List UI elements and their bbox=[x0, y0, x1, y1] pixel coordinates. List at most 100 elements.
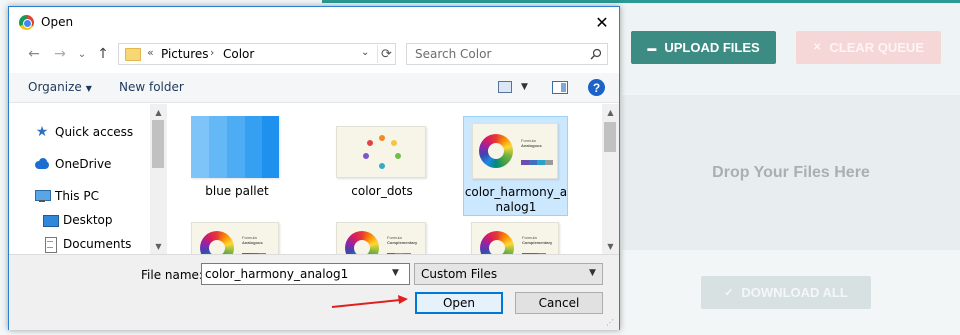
close-icon: ✕ bbox=[595, 12, 609, 32]
chevron-down-icon[interactable]: ▼ bbox=[392, 268, 399, 278]
check-icon: ✓ bbox=[724, 287, 734, 299]
address-dropdown-chevron-icon[interactable]: ⌄ bbox=[361, 47, 369, 58]
thumb-subtitle: Analogous bbox=[521, 143, 542, 148]
nav-item-quick-access[interactable]: ★ Quick access bbox=[34, 125, 133, 139]
file-name: color_harmony_a nalog1 bbox=[464, 185, 568, 215]
file-name-combobox[interactable]: ▼ bbox=[201, 263, 410, 285]
scroll-down-icon[interactable]: ▼ bbox=[602, 238, 619, 254]
file-type-select[interactable]: Custom Files ▼ bbox=[414, 263, 603, 285]
file-type-value: Custom Files bbox=[421, 267, 498, 281]
clear-queue-button[interactable]: ✕ CLEAR QUEUE bbox=[796, 31, 941, 64]
breadcrumb-color[interactable]: Color bbox=[223, 47, 254, 61]
new-folder-button[interactable]: New folder bbox=[119, 80, 184, 94]
file-thumbnail bbox=[191, 116, 279, 178]
upload-files-button[interactable]: ▬ UPLOAD FILES bbox=[631, 31, 776, 64]
preview-pane-icon[interactable] bbox=[552, 81, 568, 94]
refresh-icon[interactable]: ⟳ bbox=[377, 45, 395, 63]
file-item-complementary-2[interactable]: Formula Complementary bbox=[463, 218, 567, 254]
navigation-bar: ← → ⌄ ↑ « Pictures › Color ⌄ ⟳ bbox=[9, 37, 619, 73]
chevron-down-icon: ▼ bbox=[589, 268, 596, 278]
file-thumbnail: Formula Complementary bbox=[471, 222, 559, 254]
file-dropzone[interactable]: Drop Your Files Here bbox=[622, 95, 960, 250]
dialog-footer: File name: ▼ Custom Files ▼ Open Cancel … bbox=[9, 254, 619, 330]
file-thumbnail: Formula Complementary bbox=[336, 222, 426, 254]
cancel-button[interactable]: Cancel bbox=[515, 292, 603, 314]
download-all-label: DOWNLOAD ALL bbox=[741, 285, 848, 300]
thumb-subtitle: Complementary bbox=[522, 240, 553, 245]
file-list-area: blue pallet color_dots Formula Analogous bbox=[168, 104, 619, 254]
nav-item-this-pc[interactable]: This PC bbox=[34, 189, 99, 203]
file-item-color-harmony-analog1[interactable]: Formula Analogous color_harmony_a nalog1 bbox=[463, 116, 568, 216]
nav-item-label: Quick access bbox=[55, 125, 134, 139]
address-bar[interactable]: « Pictures › Color ⌄ ⟳ bbox=[118, 43, 396, 65]
dialog-title-bar[interactable]: Open ✕ bbox=[9, 7, 619, 37]
download-all-button[interactable]: ✓ DOWNLOAD ALL bbox=[701, 276, 871, 309]
organize-menu[interactable]: Organize ▼ bbox=[28, 80, 92, 94]
clear-queue-label: CLEAR QUEUE bbox=[829, 40, 924, 55]
file-item-color-dots[interactable]: color_dots bbox=[320, 108, 426, 198]
change-view-icon[interactable] bbox=[498, 81, 512, 93]
dropzone-text: Drop Your Files Here bbox=[712, 163, 870, 181]
file-thumbnail: Formula Analogous bbox=[472, 123, 558, 179]
nav-item-label: This PC bbox=[55, 189, 99, 203]
organize-label: Organize bbox=[28, 80, 82, 94]
search-input[interactable] bbox=[407, 44, 587, 64]
upload-files-label: UPLOAD FILES bbox=[664, 40, 760, 55]
open-button[interactable]: Open bbox=[415, 292, 503, 314]
nav-item-label: OneDrive bbox=[55, 157, 112, 171]
star-icon: ★ bbox=[35, 124, 49, 140]
file-name: blue pallet bbox=[205, 184, 269, 198]
chrome-icon bbox=[19, 15, 34, 30]
file-thumbnail: Formula Analogous bbox=[191, 222, 279, 254]
desktop-icon bbox=[42, 213, 59, 227]
file-name-line-1: color_harmony_a bbox=[464, 185, 568, 199]
forward-arrow-icon[interactable]: → bbox=[51, 45, 69, 63]
open-file-dialog: Open ✕ ← → ⌄ ↑ « Pictures › Color ⌄ ⟳ O bbox=[8, 6, 620, 330]
nav-item-label: Documents bbox=[63, 237, 132, 251]
cloud-icon bbox=[34, 157, 50, 171]
file-list-scrollbar[interactable]: ▲ ▼ bbox=[602, 104, 619, 254]
thumb-subtitle: Complementary bbox=[387, 240, 418, 245]
up-arrow-icon[interactable]: ↑ bbox=[94, 45, 112, 63]
command-toolbar: Organize ▼ New folder ▼ ? bbox=[9, 73, 619, 103]
annotation-arrow-icon bbox=[331, 295, 408, 308]
search-icon[interactable] bbox=[590, 48, 602, 60]
nav-item-desktop[interactable]: Desktop bbox=[42, 213, 113, 227]
nav-item-onedrive[interactable]: OneDrive bbox=[34, 157, 111, 171]
navigation-pane: ★ Quick access OneDrive This PC Desktop … bbox=[9, 104, 167, 254]
file-item-complementary[interactable]: Formula Complementary bbox=[320, 218, 426, 254]
help-icon[interactable]: ? bbox=[588, 79, 605, 96]
file-name-input[interactable] bbox=[202, 264, 388, 284]
file-item-analogous[interactable]: Formula Analogous bbox=[177, 218, 281, 254]
folder-icon bbox=[125, 48, 141, 61]
folder-open-icon: ▬ bbox=[647, 42, 657, 53]
close-button[interactable]: ✕ bbox=[591, 12, 613, 32]
breadcrumb-pictures[interactable]: Pictures bbox=[161, 47, 209, 61]
nav-item-label: Desktop bbox=[63, 213, 113, 227]
file-name-label: File name: bbox=[141, 268, 203, 282]
file-item-blue-pallet[interactable]: blue pallet bbox=[177, 108, 281, 198]
file-name-line-2: nalog1 bbox=[495, 200, 537, 214]
recent-locations-chevron-icon[interactable]: ⌄ bbox=[73, 45, 91, 63]
nav-item-documents[interactable]: Documents bbox=[42, 237, 132, 253]
documents-icon bbox=[42, 237, 58, 253]
search-box[interactable] bbox=[406, 43, 608, 65]
computer-icon bbox=[34, 189, 51, 203]
nav-pane-scrollbar[interactable]: ▲ ▼ bbox=[150, 104, 167, 254]
thumb-subtitle: Analogous bbox=[242, 240, 263, 245]
back-arrow-icon[interactable]: ← bbox=[25, 45, 43, 63]
resize-grip-icon[interactable]: ⋰ bbox=[606, 318, 614, 327]
close-icon: ✕ bbox=[812, 42, 822, 53]
scroll-up-icon[interactable]: ▲ bbox=[150, 104, 167, 120]
scroll-thumb[interactable] bbox=[604, 122, 616, 152]
scroll-up-icon[interactable]: ▲ bbox=[602, 104, 619, 120]
view-options-caret-icon[interactable]: ▼ bbox=[521, 82, 528, 92]
scroll-down-icon[interactable]: ▼ bbox=[150, 238, 167, 254]
caret-down-icon: ▼ bbox=[85, 84, 92, 93]
file-name: color_dots bbox=[351, 184, 413, 198]
breadcrumb-separator-icon: › bbox=[210, 46, 215, 59]
dialog-title: Open bbox=[41, 15, 74, 29]
scroll-thumb[interactable] bbox=[152, 120, 164, 168]
overflow-chevron-icon[interactable]: « bbox=[147, 46, 154, 59]
file-thumbnail bbox=[336, 126, 426, 178]
